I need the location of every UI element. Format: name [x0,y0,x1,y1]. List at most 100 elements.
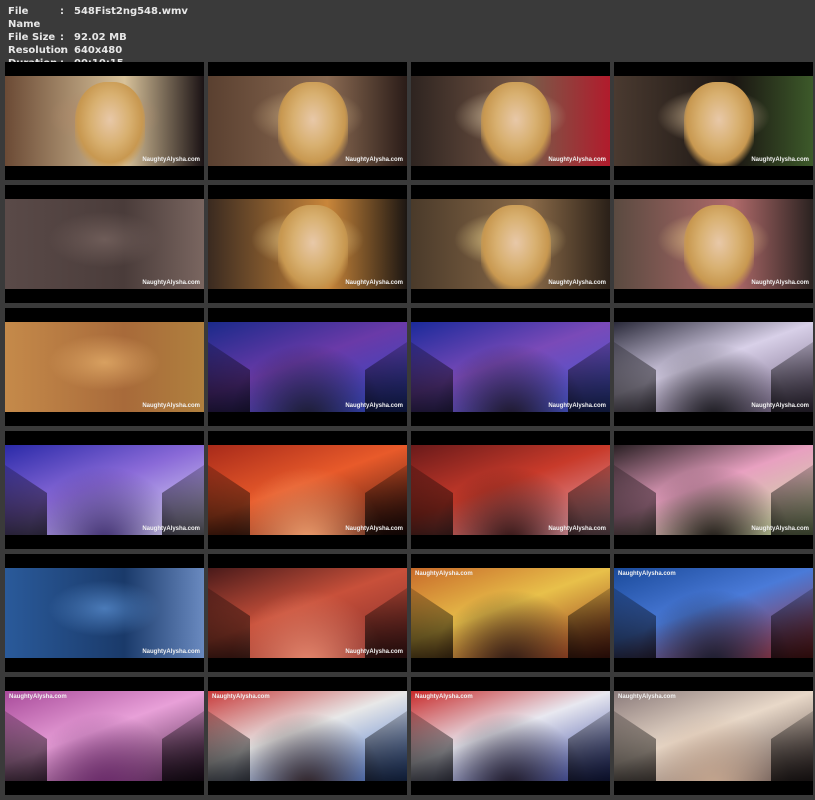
person-silhouette [277,82,348,166]
watermark-text: NaughtyAlysha.com [751,157,809,163]
building-silhouette [5,465,47,535]
watermark-text: NaughtyAlysha.com [142,280,200,286]
watermark-text: NaughtyAlysha.com [618,571,676,577]
watermark-text: NaughtyAlysha.com [548,403,606,409]
person-silhouette [74,82,145,166]
thumbnail-orange-ceiling: NaughtyAlysha.com [5,308,204,426]
thumbnail-american-flag-canopy: NaughtyAlysha.com [411,677,610,795]
watermark-text: NaughtyAlysha.com [142,157,200,163]
thumbnail-red-canopy-2: NaughtyAlysha.com [411,431,610,549]
thumbnail-woman-chopsticks-closeup: NaughtyAlysha.com [208,62,407,180]
file-size-label: File Size [8,32,56,43]
thumbnail-frame: NaughtyAlysha.com [5,568,204,658]
building-silhouette [771,711,813,781]
watermark-text: NaughtyAlysha.com [142,649,200,655]
thumbnail-woman-casino-street: NaughtyAlysha.com [208,185,407,303]
thumbnail-jewel-sign-canopy: NaughtyAlysha.com [5,431,204,549]
thumbnail-frame: NaughtyAlysha.com [208,322,407,412]
building-silhouette [208,465,250,535]
thumbnail-colorful-canopy: NaughtyAlysha.com [208,677,407,795]
thumbnail-yellow-red-canopy: NaughtyAlysha.com [411,554,610,672]
building-silhouette [568,588,610,658]
building-silhouette [162,711,204,781]
thumbnail-frame: NaughtyAlysha.com [5,691,204,781]
thumbnail-light-canopy: NaughtyAlysha.com [614,677,813,795]
thumbnail-frame: NaughtyAlysha.com [208,568,407,658]
person-silhouette [480,82,551,166]
building-silhouette [365,711,407,781]
watermark-text: NaughtyAlysha.com [751,280,809,286]
building-silhouette [614,588,656,658]
thumbnail-woman-open-sign: NaughtyAlysha.com [411,62,610,180]
thumbnail-frame: NaughtyAlysha.com [614,445,813,535]
separator: : [60,32,64,43]
building-silhouette [771,465,813,535]
watermark-text: NaughtyAlysha.com [415,571,473,577]
building-silhouette [365,342,407,412]
thumbnail-frame: NaughtyAlysha.com [614,691,813,781]
person-silhouette [683,205,754,289]
thumbnail-frame: NaughtyAlysha.com [614,199,813,289]
watermark-text: NaughtyAlysha.com [345,403,403,409]
building-silhouette [411,588,453,658]
watermark-text: NaughtyAlysha.com [142,403,200,409]
thumbnail-blue-canopy-2: NaughtyAlysha.com [411,308,610,426]
building-silhouette [208,342,250,412]
building-silhouette [208,711,250,781]
building-silhouette [614,711,656,781]
file-name-row: File Name : 548Fist2ng548.wmv [8,5,188,31]
thumbnail-woman-fremont-street: NaughtyAlysha.com [411,185,610,303]
thumbnail-blue-red-canopy: NaughtyAlysha.com [614,554,813,672]
building-silhouette [568,465,610,535]
person-silhouette [683,82,754,166]
watermark-text: NaughtyAlysha.com [212,694,270,700]
thumbnail-woman-ice-cream-shop: NaughtyAlysha.com [614,185,813,303]
building-silhouette [771,342,813,412]
watermark-text: NaughtyAlysha.com [345,157,403,163]
thumbnail-frame: NaughtyAlysha.com [5,445,204,535]
file-size-value: 92.02 MB [74,32,127,43]
separator: : [60,45,64,56]
thumbnail-frame: NaughtyAlysha.com [208,691,407,781]
thumbnail-frame: NaughtyAlysha.com [5,322,204,412]
building-silhouette [568,711,610,781]
file-size-row: File Size : 92.02 MB [8,31,188,44]
thumbnail-frame: NaughtyAlysha.com [411,76,610,166]
thumbnail-dark-canopy-lights: NaughtyAlysha.com [614,308,813,426]
resolution-row: Resolution : 640x480 [8,44,188,57]
person-silhouette [277,205,348,289]
building-silhouette [614,465,656,535]
building-silhouette [411,342,453,412]
thumbnail-frame: NaughtyAlysha.com [411,322,610,412]
watermark-text: NaughtyAlysha.com [142,526,200,532]
building-silhouette [771,588,813,658]
thumbnail-pink-purple-canopy: NaughtyAlysha.com [5,677,204,795]
thumbnail-woman-eating-greens: NaughtyAlysha.com [614,62,813,180]
file-info-panel: File Name : 548Fist2ng548.wmv File Size … [8,5,188,70]
building-silhouette [411,465,453,535]
building-silhouette [411,711,453,781]
thumbnail-frame: NaughtyAlysha.com [614,322,813,412]
watermark-text: NaughtyAlysha.com [548,526,606,532]
thumbnail-frame: NaughtyAlysha.com [208,445,407,535]
watermark-text: NaughtyAlysha.com [345,649,403,655]
thumbnail-frame: NaughtyAlysha.com [411,568,610,658]
thumbnail-frame: NaughtyAlysha.com [5,76,204,166]
thumbnail-frame: NaughtyAlysha.com [411,445,610,535]
building-silhouette [208,588,250,658]
thumbnail-frame: NaughtyAlysha.com [411,691,610,781]
watermark-text: NaughtyAlysha.com [415,694,473,700]
thumbnail-frame: NaughtyAlysha.com [5,199,204,289]
building-silhouette [614,342,656,412]
building-silhouette [365,588,407,658]
thumbnail-woman-chopsticks-restaurant: NaughtyAlysha.com [5,62,204,180]
building-silhouette [5,711,47,781]
person-silhouette [480,205,551,289]
thumbnail-frame: NaughtyAlysha.com [411,199,610,289]
thumbnail-blurry-closeup: NaughtyAlysha.com [5,185,204,303]
watermark-text: NaughtyAlysha.com [548,280,606,286]
watermark-text: NaughtyAlysha.com [751,526,809,532]
watermark-text: NaughtyAlysha.com [548,157,606,163]
thumbnail-red-blur-canopy: NaughtyAlysha.com [208,554,407,672]
thumbnail-blue-ocean-canopy: NaughtyAlysha.com [5,554,204,672]
